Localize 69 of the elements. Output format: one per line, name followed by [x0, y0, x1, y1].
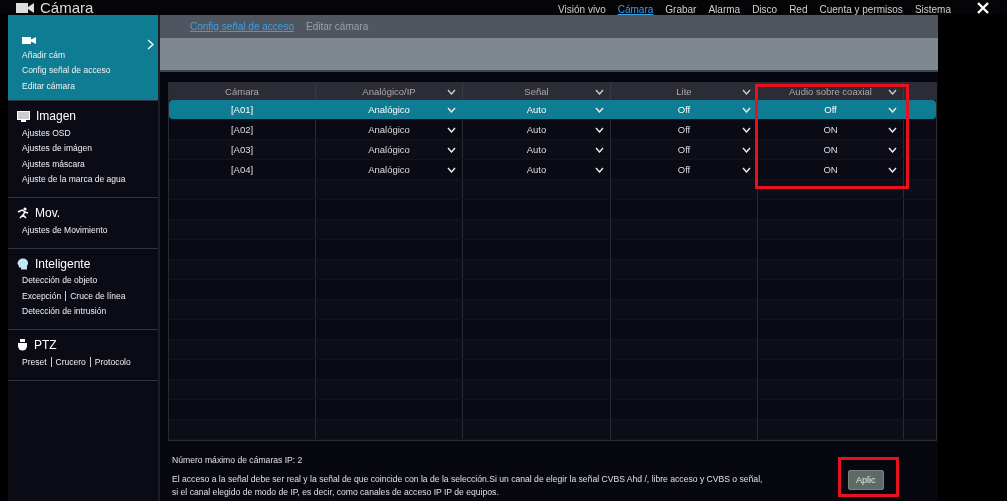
chevron-down-icon[interactable]: [595, 88, 604, 95]
table-cell: ON: [823, 124, 838, 135]
table-cell: ON: [823, 164, 838, 175]
ptz-camera-icon: [17, 339, 28, 351]
menu-tab[interactable]: Red: [789, 4, 808, 15]
table-cell: Analógico: [368, 164, 410, 175]
table-cell: ON: [823, 144, 838, 155]
sidebar-link[interactable]: Detección de intrusión: [22, 306, 107, 317]
sidebar-link[interactable]: Preset: [22, 356, 47, 367]
section-title: PTZ: [34, 338, 57, 352]
sidebar-link[interactable]: Ajustes de Movimiento: [22, 224, 108, 235]
sidebar-link[interactable]: Editar cámara: [22, 80, 75, 91]
head-icon: [17, 257, 29, 270]
sidebar-link[interactable]: Ajuste de la marca de agua: [22, 174, 126, 185]
table-cell: Off: [677, 144, 691, 155]
camera-icon: [22, 35, 36, 45]
menu-tab[interactable]: Cuenta y permisos: [819, 4, 903, 15]
info-text: El acceso a la señal debe ser real y la señal de que coincide con la de la selección.Si un canal de elegir la señal CVBS Ahd /, libre acceso y CVBS o señal,: [172, 474, 764, 484]
column-header: Lite: [676, 86, 692, 97]
info-text: si el canal elegido de modo de IP, es decir, como canales de acceso IP IP de equipos.: [172, 487, 500, 497]
chevron-right-icon[interactable]: [147, 39, 154, 50]
menu-tab[interactable]: Sistema: [914, 4, 951, 15]
sidebar-link[interactable]: Ajustes máscara: [22, 158, 85, 169]
table-cell: Off: [824, 104, 837, 115]
chevron-down-icon[interactable]: [447, 88, 456, 95]
table-cell: Analógico: [368, 104, 410, 115]
table-cell: Analógico: [368, 144, 410, 155]
apply-button[interactable]: Aplic: [848, 470, 884, 490]
sidebar-link[interactable]: Cruce de línea: [70, 290, 126, 301]
sidebar-link[interactable]: Ajustes de imágen: [22, 143, 92, 154]
info-text: Número máximo de cámaras IP: 2: [172, 455, 304, 465]
running-person-icon: [17, 207, 29, 219]
table-cell: Analógico: [368, 124, 410, 135]
table-cell: Auto: [526, 164, 547, 175]
sidebar-link[interactable]: Añadir cám: [22, 49, 65, 60]
table-cell: Off: [677, 124, 691, 135]
close-icon[interactable]: [977, 2, 989, 14]
menu-tab[interactable]: Alarma: [708, 4, 741, 15]
table-cell: Off: [677, 164, 691, 175]
menu-tab[interactable]: Cámara: [617, 4, 654, 15]
sidebar-link[interactable]: Excepción: [22, 290, 62, 301]
table-cell: Off: [677, 104, 691, 115]
column-header: Analógico/IP: [362, 86, 416, 97]
table-cell: Auto: [526, 104, 547, 115]
table-cell: [A01]: [230, 104, 254, 115]
window-title: Cámara: [40, 0, 94, 15]
section-title: Mov.: [35, 206, 61, 220]
table-cell: [A03]: [230, 144, 254, 155]
sidebar-link[interactable]: Protocolo: [94, 356, 131, 367]
monitor-icon: [17, 110, 30, 122]
table-cell: [A04]: [230, 164, 254, 175]
table-cell: Auto: [526, 144, 547, 155]
table-cell: Auto: [526, 124, 547, 135]
camera-icon: [16, 2, 34, 14]
sidebar-link[interactable]: Config señal de acceso: [22, 65, 111, 76]
column-header: Audio sobre coaxial: [789, 86, 872, 97]
sidebar-link[interactable]: Detección de objeto: [22, 275, 98, 286]
column-header: Cámara: [225, 86, 259, 97]
table-cell: [A02]: [230, 124, 254, 135]
section-title: Inteligente: [35, 256, 91, 271]
menu-tab[interactable]: Visión vivo: [558, 4, 606, 15]
chevron-down-icon[interactable]: [742, 88, 751, 95]
chevron-down-icon[interactable]: [888, 88, 897, 95]
column-header: Señal: [524, 86, 549, 97]
menu-tab[interactable]: Disco: [752, 4, 778, 15]
menu-tab[interactable]: Grabar: [665, 4, 697, 15]
section-title: Imagen: [36, 109, 77, 123]
sidebar-link[interactable]: Crucero: [55, 356, 86, 367]
sidebar-link[interactable]: Ajustes OSD: [22, 127, 71, 138]
